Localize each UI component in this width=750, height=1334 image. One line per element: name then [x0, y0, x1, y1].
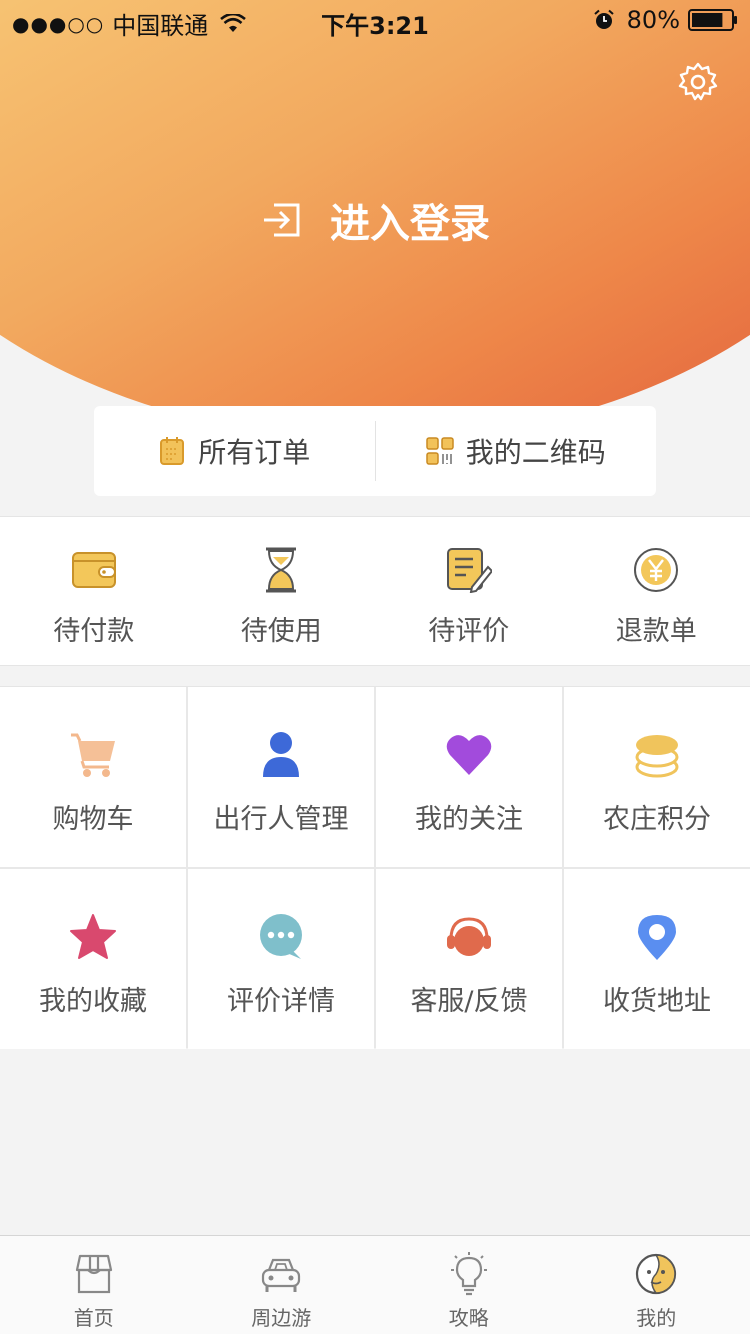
grid-label: 农庄积分	[603, 804, 711, 835]
all-orders-label: 所有订单	[198, 436, 311, 469]
grid-label: 我的关注	[415, 804, 523, 835]
status-label: 待付款	[53, 616, 135, 647]
all-orders-button[interactable]: 所有订单	[94, 406, 375, 496]
cart-icon	[71, 733, 115, 777]
grid-item-cart[interactable]: 购物车	[0, 687, 186, 867]
grid-item-travelers[interactable]: 出行人管理	[188, 687, 374, 867]
status-label: 待评价	[428, 616, 510, 647]
status-label: 退款单	[615, 616, 697, 647]
tab-guide[interactable]: 攻略	[375, 1236, 563, 1334]
home-store-icon	[75, 1254, 112, 1294]
grid-label: 购物车	[52, 804, 134, 835]
car-icon	[262, 1258, 301, 1292]
grid-item-follows[interactable]: 我的关注	[376, 687, 562, 867]
status-pending-payment[interactable]: 待付款	[0, 517, 188, 665]
headset-icon	[447, 917, 491, 956]
grid-label: 评价详情	[227, 986, 335, 1017]
settings-gear-icon[interactable]	[676, 60, 720, 104]
wallet-icon	[71, 552, 116, 588]
qrcode-icon	[425, 437, 454, 465]
grid-item-address[interactable]: 收货地址	[564, 869, 750, 1049]
grid-label: 客服/反馈	[410, 986, 528, 1017]
bulb-icon	[450, 1252, 487, 1296]
profile-header: ●●●○○ 中国联通 下午3:21 80% 进入登录	[0, 0, 750, 440]
my-qrcode-button[interactable]: 我的二维码	[376, 406, 657, 496]
tab-mine[interactable]: 我的	[563, 1236, 750, 1334]
person-icon	[263, 732, 299, 777]
grid-item-points[interactable]: 农庄积分	[564, 687, 750, 867]
tab-label: 攻略	[448, 1306, 489, 1330]
login-button[interactable]: 进入登录	[0, 190, 750, 250]
heart-icon	[446, 735, 492, 775]
tab-home[interactable]: 首页	[0, 1236, 188, 1334]
order-status-row: 待付款 待使用 待评价 退款单	[0, 516, 750, 666]
hourglass-icon	[266, 547, 297, 593]
status-refund[interactable]: 退款单	[563, 517, 750, 665]
face-icon	[636, 1253, 677, 1295]
location-icon	[638, 915, 676, 960]
status-to-use[interactable]: 待使用	[188, 517, 376, 665]
login-label: 进入登录	[330, 201, 490, 247]
status-bar: ●●●○○ 中国联通 下午3:21 80%	[0, 0, 750, 40]
grid-label: 我的收藏	[39, 986, 147, 1017]
chat-icon	[260, 914, 302, 959]
grid-item-support[interactable]: 客服/反馈	[376, 869, 562, 1049]
tab-bar: 首页 周边游 攻略 我的	[0, 1235, 750, 1334]
grid-label: 出行人管理	[213, 804, 349, 835]
review-icon	[446, 548, 492, 593]
order-list-icon	[160, 437, 185, 465]
tab-nearby[interactable]: 周边游	[188, 1236, 376, 1334]
battery-percent: 80%	[626, 6, 680, 34]
coins-icon	[635, 735, 679, 778]
grid-item-reviews[interactable]: 评价详情	[188, 869, 374, 1049]
battery-icon	[688, 9, 737, 31]
alarm-icon	[593, 9, 614, 29]
yen-icon	[634, 548, 679, 592]
tab-label: 我的	[636, 1306, 677, 1330]
star-icon	[70, 914, 116, 959]
status-label: 待使用	[240, 616, 322, 647]
grid-label: 收货地址	[603, 986, 711, 1017]
tab-label: 周边游	[251, 1306, 312, 1330]
feature-grid: 购物车 出行人管理 我的关注 农庄积分 我的收藏 评价详情 客服/反馈 收货地址	[0, 686, 750, 1049]
tab-label: 首页	[73, 1306, 114, 1330]
order-card: 所有订单 我的二维码	[94, 406, 656, 496]
my-qrcode-label: 我的二维码	[465, 436, 606, 469]
grid-item-favorites[interactable]: 我的收藏	[0, 869, 186, 1049]
status-to-review[interactable]: 待评价	[375, 517, 563, 665]
login-arrow-icon	[264, 203, 300, 237]
